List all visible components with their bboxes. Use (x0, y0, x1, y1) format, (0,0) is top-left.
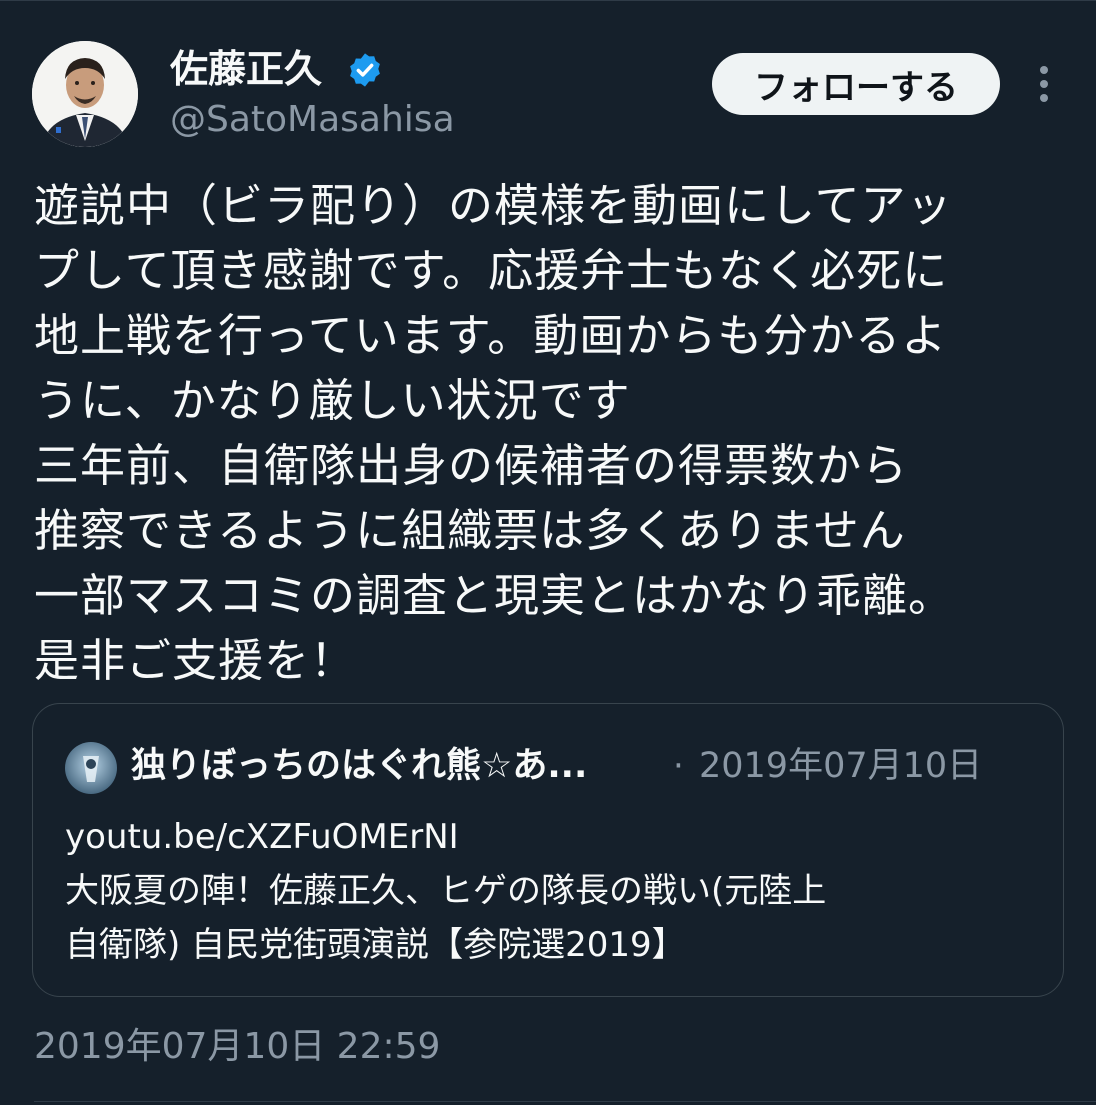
quote-title-line: 大阪夏の陣！佐藤正久、ヒゲの隊長の戦い(元陸上 (65, 871, 827, 911)
tweet-timestamp[interactable]: 2019年07月10日 22:59 (34, 1023, 440, 1071)
tweet-text-line: 一部マスコミの調査と現実とはかなり乖離。 (34, 569, 955, 622)
quote-body: youtu.be/cXZFuOMErNI 大阪夏の陣！佐藤正久、ヒゲの隊長の戦い… (65, 810, 1045, 972)
author-avatar-image (32, 41, 138, 147)
quoted-tweet-card[interactable]: 独りぼっちのはぐれ熊☆あ... · 2019年07月10日 youtu.be/c… (32, 703, 1064, 997)
quote-author-name[interactable]: 独りぼっちのはぐれ熊☆あ... (131, 742, 587, 790)
tweet-page: 佐藤正久 @SatoMasahisa フォローする 遊説中（ビラ配り）の模様を動… (0, 0, 1096, 1105)
tweet-text-line: 三年前、自衛隊出身の候補者の得票数から (34, 439, 909, 492)
tweet-text: 遊説中（ビラ配り）の模様を動画にしてアッ プして頂き感謝です。応援弁士もなく必死… (34, 173, 1044, 693)
follow-button[interactable]: フォローする (712, 53, 1000, 115)
author-display-name[interactable]: 佐藤正久 (170, 45, 322, 93)
verified-badge-icon (350, 53, 380, 87)
tweet-text-line: 推察できるように組織票は多くありません (34, 504, 906, 557)
tweet-text-line: うに、かなり厳しい状況です (34, 374, 631, 427)
author-handle[interactable]: @SatoMasahisa (170, 97, 455, 143)
author-avatar[interactable] (32, 41, 138, 147)
tweet-text-line: 是非ご支援を！ (34, 634, 357, 687)
quote-avatar-image (65, 742, 117, 794)
tweet-text-line: 遊説中（ビラ配り）の模様を動画にしてアッ (34, 179, 953, 232)
tweet-text-line: 地上戦を行っています。動画からも分かるよ (34, 309, 948, 362)
quote-separator: · (673, 746, 684, 786)
quote-title-line: 自衛隊) 自民党街頭演説【参院選2019】 (65, 925, 686, 965)
quote-date: 2019年07月10日 (699, 746, 983, 786)
tweet-text-line: プして頂き感謝です。応援弁士もなく必死に (34, 244, 949, 297)
quote-author-avatar (65, 742, 117, 794)
quote-link[interactable]: youtu.be/cXZFuOMErNI (65, 810, 1045, 864)
divider (34, 1101, 1096, 1102)
more-options-icon[interactable] (1024, 61, 1064, 107)
